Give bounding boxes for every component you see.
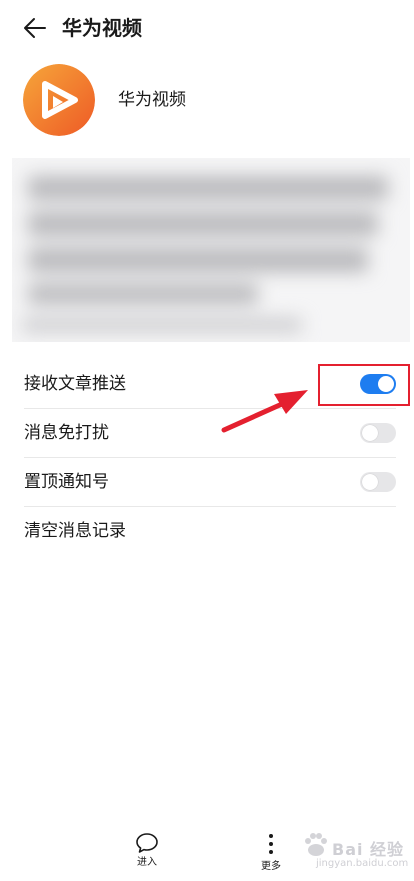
annotation-highlight-box	[318, 364, 410, 406]
setting-label: 接收文章推送	[24, 374, 126, 394]
account-name: 华为视频	[118, 90, 186, 110]
do-not-disturb-toggle[interactable]	[360, 423, 396, 443]
arrow-left-icon	[24, 18, 46, 38]
pin-to-top-toggle[interactable]	[360, 472, 396, 492]
toggle-knob	[362, 474, 378, 490]
more-button[interactable]: 更多	[241, 832, 301, 874]
setting-row-clear-history[interactable]: 清空消息记录	[24, 507, 396, 555]
chat-bubble-icon	[136, 833, 158, 853]
annotation-arrow-icon	[221, 390, 308, 433]
header: 华为视频	[0, 0, 414, 56]
setting-label: 清空消息记录	[24, 521, 126, 541]
watermark-title: Bai 经验	[332, 840, 405, 859]
paw-icon	[305, 833, 327, 856]
page-title: 华为视频	[62, 16, 142, 40]
toggle-knob	[362, 425, 378, 441]
setting-row-do-not-disturb[interactable]: 消息免打扰	[24, 409, 396, 458]
blurred-description	[12, 158, 410, 342]
nav-label: 更多	[261, 861, 281, 872]
setting-label: 置顶通知号	[24, 472, 109, 492]
enter-button[interactable]: 进入	[117, 832, 177, 870]
huawei-video-logo	[23, 64, 95, 136]
setting-row-pin-to-top[interactable]: 置顶通知号	[24, 458, 396, 507]
back-button[interactable]	[20, 13, 50, 43]
nav-label: 进入	[137, 857, 157, 868]
more-vertical-icon	[269, 834, 273, 854]
account-profile: 华为视频	[0, 60, 414, 142]
baidu-jingyan-watermark: Bai 经验 jingyan.baidu.com	[298, 828, 410, 878]
watermark-url: jingyan.baidu.com	[316, 858, 409, 869]
setting-label: 消息免打扰	[24, 423, 109, 443]
